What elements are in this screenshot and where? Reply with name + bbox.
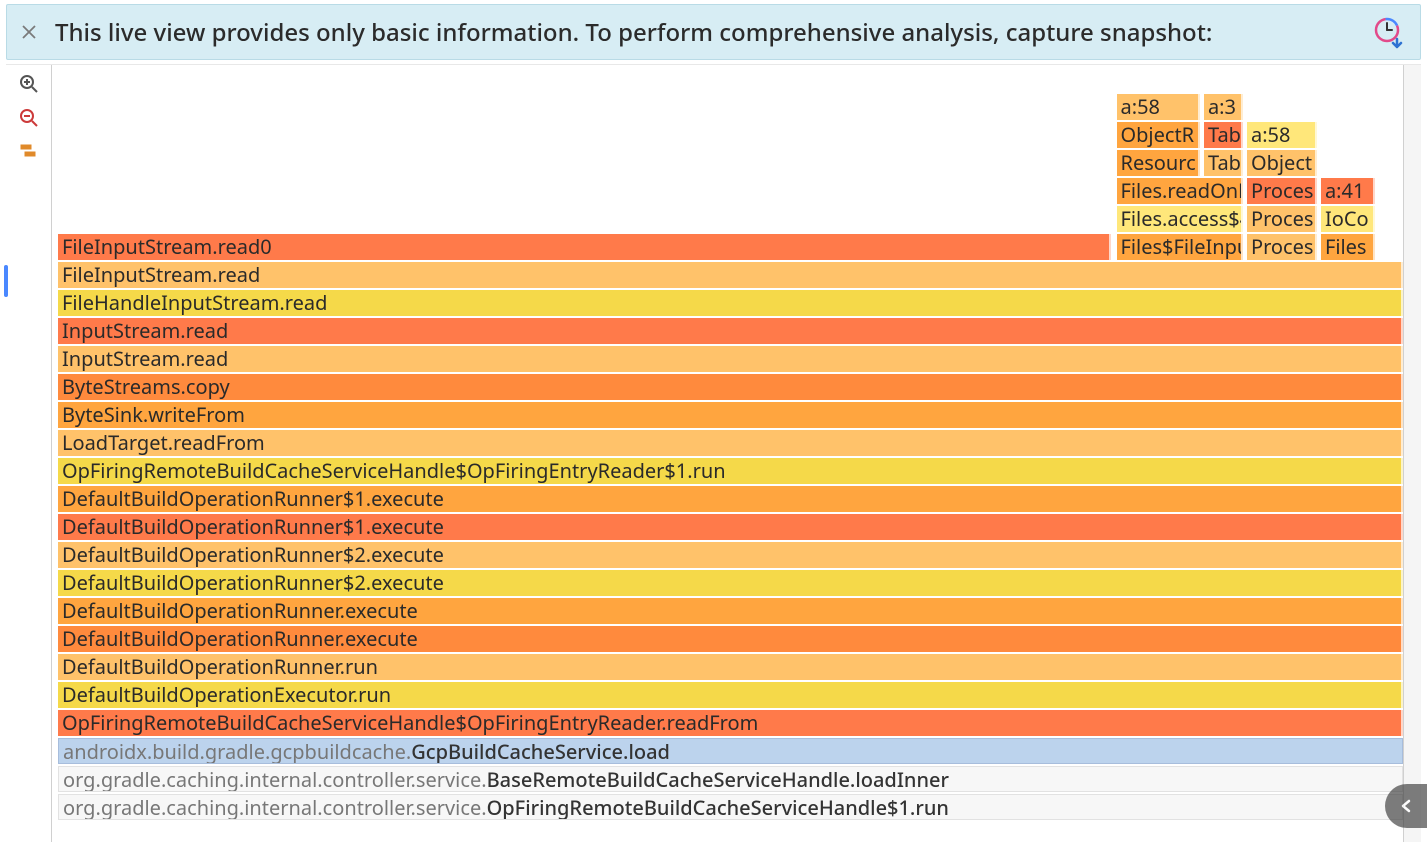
- flame-frame[interactable]: Files$FileInpu: [1117, 234, 1243, 260]
- flame-frame[interactable]: a:58: [1247, 122, 1317, 148]
- flame-frame[interactable]: Files.readOnE: [1117, 178, 1243, 204]
- flame-frame[interactable]: a:58: [1117, 94, 1200, 120]
- flame-frame[interactable]: DefaultBuildOperationExecutor.run: [58, 682, 1403, 708]
- flame-frame[interactable]: DefaultBuildOperationRunner$2.execute: [58, 542, 1403, 568]
- flame-frame[interactable]: FileInputStream.read0: [58, 234, 1111, 260]
- flame-toolbar: [6, 65, 52, 842]
- flame-frame[interactable]: ByteSink.writeFrom: [58, 402, 1403, 428]
- flame-frame[interactable]: Object: [1247, 150, 1317, 176]
- flame-frame[interactable]: FileInputStream.read: [58, 262, 1403, 288]
- flame-frame[interactable]: Proces: [1247, 206, 1317, 232]
- flame-frame[interactable]: OpFiringRemoteBuildCacheServiceHandle$Op…: [58, 458, 1403, 484]
- flame-chart[interactable]: a:58a:3ObjectRTaba:58ResourcTabObjectFil…: [52, 65, 1403, 842]
- flame-frame-root[interactable]: org.gradle.caching.internal.controller.s…: [58, 766, 1403, 792]
- flame-frame[interactable]: DefaultBuildOperationRunner$2.execute: [58, 570, 1403, 596]
- flame-frame[interactable]: IoCo: [1321, 206, 1375, 232]
- flame-frame[interactable]: FileHandleInputStream.read: [58, 290, 1403, 316]
- flame-frame[interactable]: ObjectR: [1117, 122, 1200, 148]
- flame-frame[interactable]: Tab: [1204, 122, 1243, 148]
- flame-frame[interactable]: InputStream.read: [58, 346, 1403, 372]
- banner-message: This live view provides only basic infor…: [55, 16, 1356, 49]
- zoom-out-icon[interactable]: [16, 105, 42, 131]
- flame-frame[interactable]: a:3: [1204, 94, 1243, 120]
- live-view-banner: This live view provides only basic infor…: [6, 4, 1421, 60]
- zoom-in-icon[interactable]: [16, 71, 42, 97]
- flame-frame[interactable]: Files.access$4: [1117, 206, 1243, 232]
- close-icon[interactable]: [17, 20, 41, 44]
- scrollbar[interactable]: [1403, 65, 1421, 842]
- flame-frame[interactable]: ByteStreams.copy: [58, 374, 1403, 400]
- gutter-mark: [4, 265, 8, 297]
- flame-frame[interactable]: Tab: [1204, 150, 1243, 176]
- flame-frame[interactable]: DefaultBuildOperationRunner$1.execute: [58, 514, 1403, 540]
- expand-icon[interactable]: [1385, 784, 1427, 828]
- flame-frame[interactable]: DefaultBuildOperationRunner.run: [58, 654, 1403, 680]
- flame-frame[interactable]: DefaultBuildOperationRunner.execute: [58, 626, 1403, 652]
- flame-frame[interactable]: Proces: [1247, 234, 1317, 260]
- flame-frame[interactable]: Resourc: [1117, 150, 1200, 176]
- flame-frame-root[interactable]: androidx.build.gradle.gcpbuildcache.GcpB…: [58, 738, 1403, 764]
- flame-frame[interactable]: InputStream.read: [58, 318, 1403, 344]
- flame-frame[interactable]: Files: [1321, 234, 1375, 260]
- flame-frame[interactable]: a:41: [1321, 178, 1375, 204]
- tree-view-icon[interactable]: [16, 139, 42, 165]
- capture-snapshot-icon[interactable]: [1370, 15, 1404, 49]
- flame-frame[interactable]: Proces: [1247, 178, 1317, 204]
- flame-frame-root[interactable]: org.gradle.caching.internal.controller.s…: [58, 794, 1403, 820]
- flame-frame[interactable]: DefaultBuildOperationRunner.execute: [58, 598, 1403, 624]
- flame-frame[interactable]: LoadTarget.readFrom: [58, 430, 1403, 456]
- flame-frame[interactable]: OpFiringRemoteBuildCacheServiceHandle$Op…: [58, 710, 1403, 736]
- flame-frame[interactable]: DefaultBuildOperationRunner$1.execute: [58, 486, 1403, 512]
